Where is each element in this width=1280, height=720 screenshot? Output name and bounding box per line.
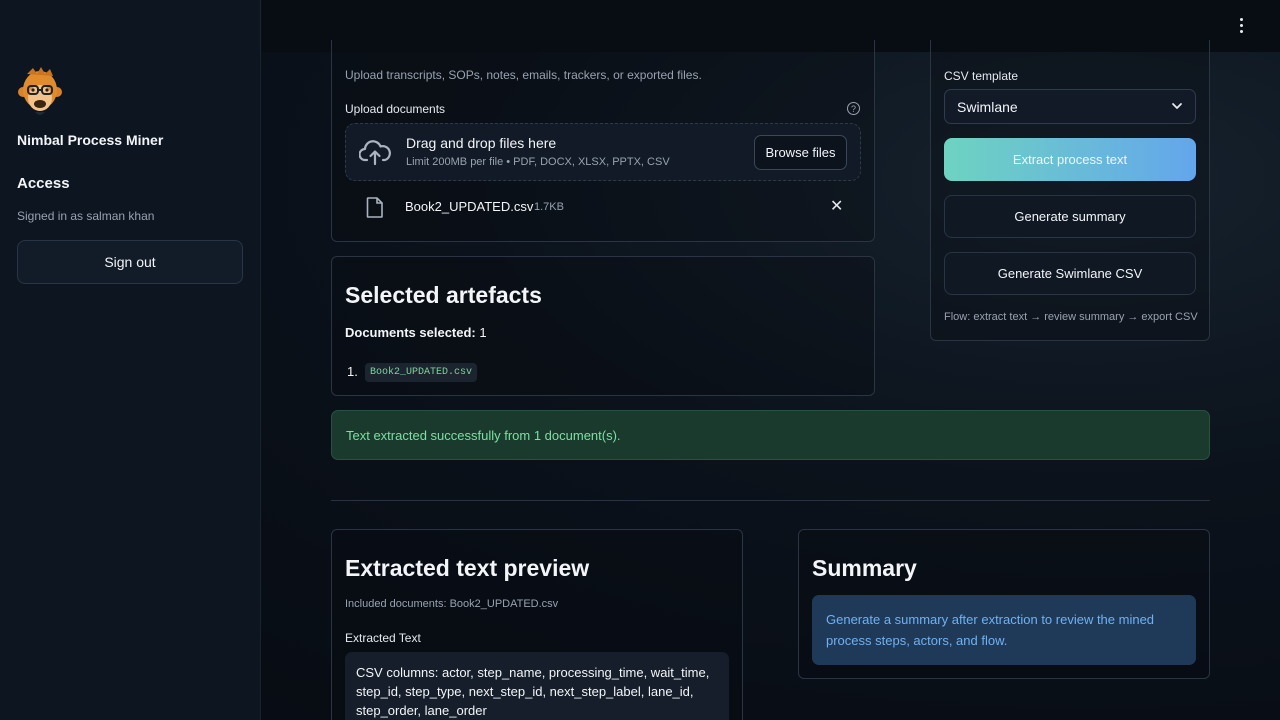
help-icon[interactable]: ? <box>847 102 860 115</box>
extract-process-text-button[interactable]: Extract process text <box>944 138 1196 181</box>
documents-selected-label: Documents selected: <box>345 325 476 340</box>
extracted-text-label: Extracted Text <box>345 631 421 645</box>
success-message: Text extracted successfully from 1 docum… <box>346 428 621 443</box>
csv-template-select[interactable]: Swimlane <box>944 89 1196 124</box>
included-documents: Included documents: Book2_UPDATED.csv <box>345 598 559 610</box>
app-name: Nimbal Process Miner <box>17 132 164 148</box>
summary-heading: Summary <box>812 555 917 581</box>
signed-in-text: Signed in as salman khan <box>17 209 155 223</box>
extracted-text-preview-heading: Extracted text preview <box>345 555 590 581</box>
dropzone-title: Drag and drop files here <box>406 135 557 151</box>
extracted-text-area[interactable]: CSV columns: actor, step_name, processin… <box>345 652 729 720</box>
sign-out-button[interactable]: Sign out <box>17 240 243 284</box>
uploaded-file-name: Book2_UPDATED.csv <box>405 199 534 214</box>
list-item: Book2_UPDATED.csv <box>365 363 478 382</box>
upload-hint: Upload transcripts, SOPs, notes, emails,… <box>345 68 702 82</box>
uploaded-file-size: 1.7KB <box>534 201 564 213</box>
more-vertical-icon[interactable] <box>1240 18 1246 34</box>
upload-label: Upload documents <box>345 102 446 116</box>
file-dropzone[interactable]: Drag and drop files here Limit 200MB per… <box>345 123 861 181</box>
file-icon <box>366 197 383 218</box>
csv-template-value: Swimlane <box>957 99 1018 115</box>
monkey-logo-icon <box>18 67 62 115</box>
controls-card <box>930 40 1210 341</box>
generate-summary-button[interactable]: Generate summary <box>944 195 1196 238</box>
selected-artefacts-heading: Selected artefacts <box>345 282 542 308</box>
documents-selected-value: 1 <box>479 325 487 340</box>
flow-hint: Flow: extract text → review summary → ex… <box>944 311 1198 323</box>
documents-selected-count: Documents selected: 1 <box>345 325 487 340</box>
chevron-down-icon <box>1172 103 1182 109</box>
sidebar: Nimbal Process Miner Access Signed in as… <box>0 0 261 720</box>
list-item-number: 1. <box>347 364 358 379</box>
cloud-upload-icon <box>359 140 391 166</box>
browse-files-button[interactable]: Browse files <box>754 135 847 170</box>
csv-template-label: CSV template <box>944 69 1019 83</box>
close-icon[interactable]: ✕ <box>830 199 843 215</box>
access-heading: Access <box>17 175 70 192</box>
summary-info: Generate a summary after extraction to r… <box>812 595 1196 665</box>
divider <box>331 500 1210 501</box>
generate-swimlane-csv-button[interactable]: Generate Swimlane CSV <box>944 252 1196 295</box>
success-alert: Text extracted successfully from 1 docum… <box>331 410 1210 460</box>
dropzone-limit: Limit 200MB per file • PDF, DOCX, XLSX, … <box>406 156 670 168</box>
